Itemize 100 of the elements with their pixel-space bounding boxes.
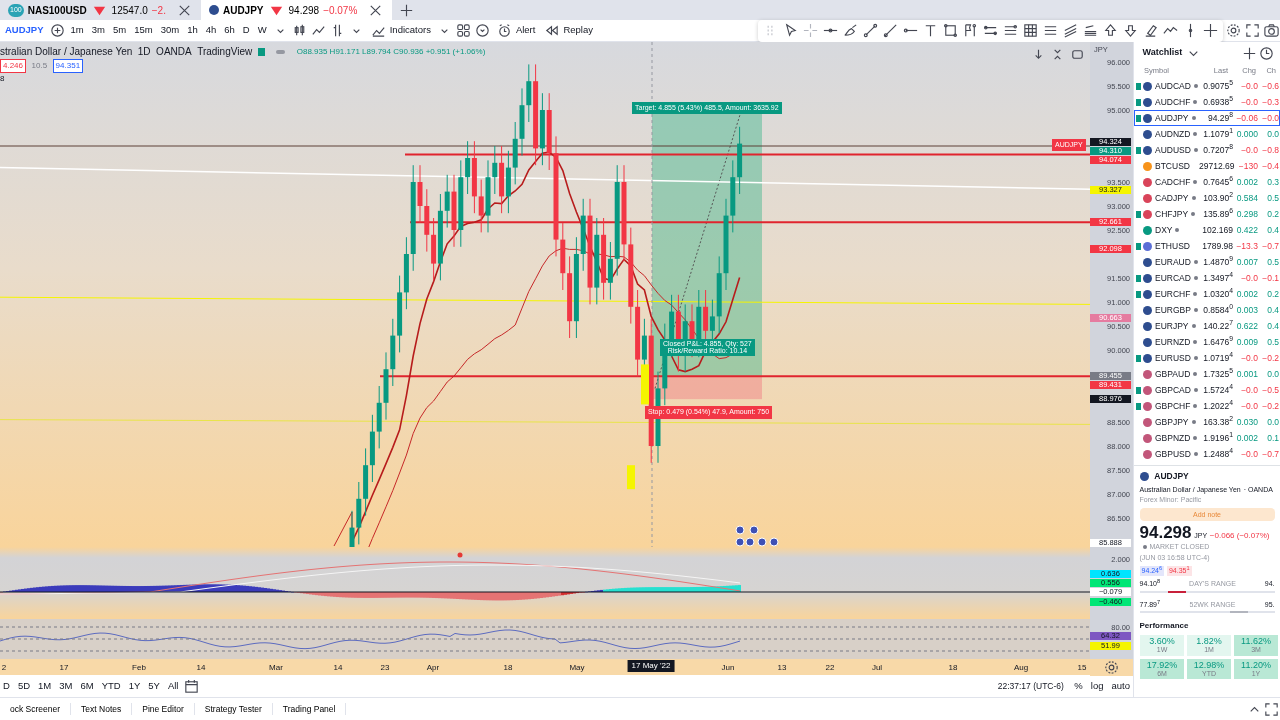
alert-button[interactable]: Alert [492, 21, 539, 40]
panel-tab[interactable]: Text Notes [71, 702, 133, 716]
settings-icon[interactable] [1225, 22, 1242, 39]
change-percent: −0.8 [1261, 143, 1279, 157]
plus-icon[interactable] [1202, 22, 1219, 39]
interval-button[interactable]: 30m [157, 22, 183, 39]
interval-button[interactable]: 4h [202, 22, 220, 39]
ask-price[interactable]: 94.351 [52, 59, 84, 73]
watchlist-row[interactable]: DXY 102.169 0.422 0.4 [1134, 222, 1280, 238]
camera-icon[interactable] [1263, 22, 1280, 39]
range-button[interactable]: 1Y [125, 678, 144, 695]
range-button[interactable]: 3M [56, 678, 76, 695]
scale-option-button[interactable]: % [1071, 678, 1086, 695]
change-percent: 0.0 [1266, 367, 1279, 381]
chevron-circle-icon[interactable] [473, 22, 491, 39]
watchlist-row[interactable]: EURCHF 1.0320$^{4}$ 0.002 0.2 [1134, 286, 1280, 302]
down-arrow-icon[interactable] [1122, 22, 1139, 39]
watchlist-row[interactable]: GBPJPY 163.38$^{2}$ 0.030 0.0 [1134, 414, 1280, 430]
time-label: 18 [948, 662, 958, 675]
watchlist-row[interactable]: CHFJPY 135.89$^{6}$ 0.298 0.2 [1134, 206, 1280, 222]
grid-icon[interactable] [1022, 22, 1039, 39]
symbol-name: EURJPY [1155, 319, 1189, 333]
scale-option-button[interactable]: auto [1108, 678, 1133, 695]
watchlist-title[interactable]: Watchlist [1139, 45, 1186, 61]
diagonal-lines-icon[interactable] [1062, 22, 1079, 39]
watchlist-row[interactable]: EURGBP 0.8584$^{0}$ 0.003 0.4 [1134, 302, 1280, 318]
last-price: 140.22$^{7}$ [1202, 319, 1233, 333]
interval-button[interactable]: 15m [131, 22, 156, 39]
watchlist-row[interactable]: AUDUSD 0.7207$^{8}$ −0.0 −0.8 [1134, 142, 1280, 158]
symbol-name: AUDJPY [1155, 111, 1189, 125]
symbol-name: AUDJPY [1154, 469, 1189, 483]
watchlist-row[interactable]: GBPAUD 1.7325$^{5}$ 0.001 0.0 [1134, 366, 1280, 382]
watchlist-row[interactable]: AUDCAD 0.9075$^{5}$ −0.0 −0.6 [1134, 78, 1280, 94]
watchlist-row[interactable]: EURCAD 1.3497$^{4}$ −0.0 −0.1 [1134, 270, 1280, 286]
watchlist-row[interactable]: CADCHF 0.7645$^{6}$ 0.002 0.3 [1134, 174, 1280, 190]
ray-icon[interactable] [882, 22, 899, 39]
rectangle-icon[interactable] [942, 22, 959, 39]
watchlist-row[interactable]: EURJPY 140.22$^{7}$ 0.622 0.4 [1134, 318, 1280, 334]
fullscreen-icon[interactable] [1244, 22, 1261, 39]
range-button[interactable]: 1M [35, 678, 55, 695]
symbol-name: GBPJPY [1155, 415, 1189, 429]
chart-tab[interactable]: AUDJPY 94.298 −0.07% [200, 0, 393, 20]
flag-pin-icon[interactable] [962, 22, 979, 39]
range-button[interactable]: D [0, 678, 13, 695]
last-price: 0.7207$^{8}$ [1202, 143, 1233, 157]
interval-button[interactable]: 6h [221, 22, 238, 39]
up-arrow-icon[interactable] [1102, 22, 1119, 39]
calendar-icon[interactable] [183, 678, 201, 695]
last-price: 1.2488$^{4}$ [1202, 447, 1233, 461]
range-button[interactable]: 5D [14, 678, 34, 695]
watchlist-row[interactable]: BTCUSD 29712.69 −130 −0.4 [1134, 158, 1280, 174]
change-value: −0.0 [1240, 143, 1258, 157]
watchlist-row[interactable]: EURNZD 1.6476$^{9}$ 0.009 0.5 [1134, 334, 1280, 350]
change-value: −0.0 [1240, 447, 1258, 461]
range-button[interactable]: All [164, 678, 182, 695]
range-button[interactable]: YTD [98, 678, 124, 695]
add-circle-icon[interactable] [48, 22, 66, 39]
watchlist-row[interactable]: ETHUSD 1789.98 −13.3 −0.7 [1134, 238, 1280, 254]
panel-tab[interactable]: Strategy Tester [194, 702, 273, 716]
watchlist-row[interactable]: AUDCHF 0.6938$^{5}$ −0.0 −0.3 [1134, 94, 1280, 110]
watchlist-row[interactable]: AUDNZD 1.1079$^{1}$ 0.000 0.0 [1134, 126, 1280, 142]
interval-button[interactable]: W [254, 22, 270, 39]
last-price: 103.90$^{2}$ [1202, 191, 1233, 205]
watchlist-row[interactable]: GBPCAD 1.5724$^{4}$ −0.0 −0.5 [1134, 382, 1280, 398]
panel-tab[interactable]: ock Screener [0, 702, 72, 716]
interval-button[interactable]: 3m [88, 22, 108, 39]
fullscreen-icon[interactable] [1263, 700, 1280, 718]
watchlist-row[interactable]: GBPNZD 1.9196$^{1}$ 0.002 0.1 [1134, 430, 1280, 446]
watchlist-row[interactable]: CADJPY 103.90$^{2}$ 0.584 0.5 [1134, 190, 1280, 206]
interval-button[interactable]: 1h [184, 22, 201, 39]
watchlist-row[interactable]: EURAUD 1.4870$^{9}$ 0.007 0.5 [1134, 254, 1280, 270]
panel-tab[interactable]: Pine Editor [132, 702, 195, 716]
bid-price[interactable]: 4.246 [0, 59, 27, 73]
watchlist-row[interactable]: EURUSD 1.0719$^{4}$ −0.0 −0.2 [1134, 350, 1280, 366]
range-button[interactable]: 6M [77, 678, 97, 695]
trend-line-icon[interactable] [862, 22, 879, 39]
watchlist-row[interactable]: GBPCHF 1.2022$^{4}$ −0.0 −0.2 [1134, 398, 1280, 414]
panel-tab[interactable]: Trading Panel [272, 702, 347, 716]
range-button[interactable]: 5Y [145, 678, 163, 695]
brush-icon[interactable] [842, 22, 859, 39]
settings-icon[interactable] [1103, 659, 1120, 677]
watchlist-row[interactable]: AUDJPY 94.29$^{8}$ −0.06 −0.0 [1134, 110, 1280, 126]
interval-button[interactable]: 5m [109, 22, 130, 39]
change-percent: −0.2 [1261, 399, 1279, 413]
status-dot-icon [1142, 545, 1147, 550]
replay-button[interactable]: Replay [540, 21, 596, 40]
symbol-button[interactable]: AUDJPY [2, 22, 47, 39]
watchlist-row[interactable]: GBPUSD 1.2488$^{4}$ −0.0 −0.7 [1134, 446, 1280, 462]
layout-grid-icon[interactable] [454, 22, 472, 39]
time-label: 14 [196, 662, 206, 675]
stacked-lines-icon[interactable] [1082, 22, 1099, 39]
last-price: 0.9075$^{5}$ [1202, 79, 1233, 93]
last-price: 0.6938$^{5}$ [1202, 95, 1233, 109]
indicators-button[interactable]: Indicators [366, 21, 434, 40]
scale-option-button[interactable]: log [1087, 678, 1107, 695]
change-percent: −0.7 [1261, 239, 1279, 253]
interval-button[interactable]: 1m [67, 22, 87, 39]
change-value: 0.584 [1235, 191, 1258, 205]
clock-icon[interactable] [1257, 44, 1275, 62]
interval-button[interactable]: D [239, 22, 253, 39]
